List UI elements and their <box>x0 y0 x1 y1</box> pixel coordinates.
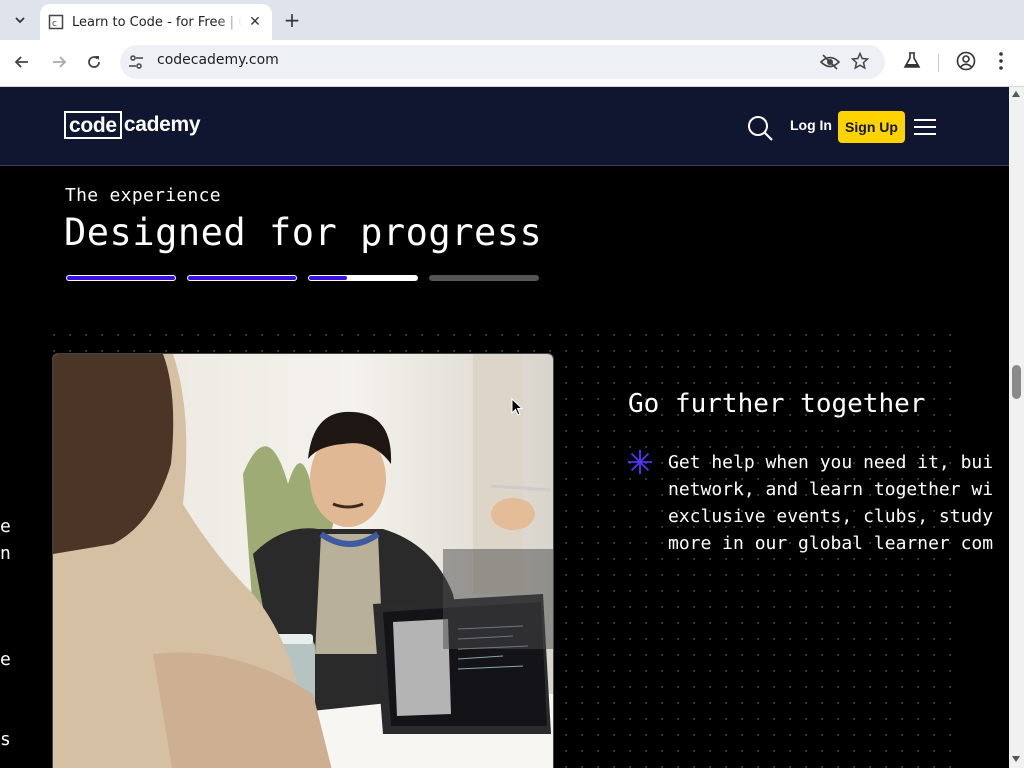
logo-cademy-text: cademy <box>123 113 201 136</box>
left-sliver-text: s <box>0 729 11 750</box>
feature-title: Go further together <box>628 389 926 419</box>
page-viewport: code cademy Log In Sign Up The experienc… <box>0 87 1009 768</box>
tracking-protection-eye-icon[interactable] <box>819 53 841 75</box>
scroll-down-arrow-icon[interactable] <box>1012 756 1020 762</box>
community-photo <box>52 353 554 768</box>
asterisk-icon <box>627 449 653 475</box>
forward-icon[interactable] <box>47 50 71 74</box>
logo-code-box: code <box>64 111 122 139</box>
section-eyebrow: The experience <box>65 185 221 206</box>
new-tab-icon[interactable]: + <box>280 8 304 32</box>
browser-tabstrip: c Learn to Code - for Free | Codecademy … <box>0 0 1024 40</box>
browser-toolbar: codecademy.com <box>0 40 1024 87</box>
site-settings-icon[interactable] <box>128 54 144 70</box>
search-icon[interactable] <box>746 114 774 142</box>
left-sliver-text: n <box>0 543 11 564</box>
login-link[interactable]: Log In <box>790 117 832 133</box>
tab-title: Learn to Code - for Free | Codecademy <box>72 14 242 30</box>
hamburger-menu-icon[interactable] <box>914 118 936 136</box>
mouse-cursor-icon <box>511 397 524 416</box>
scrollbar-thumb[interactable] <box>1012 365 1021 399</box>
progress-step-2[interactable] <box>187 275 297 281</box>
feature-line: Get help when you need it, bui <box>668 452 994 473</box>
feature-line: exclusive events, clubs, study <box>668 506 994 527</box>
tab-close-icon[interactable]: ✕ <box>246 13 264 31</box>
codecademy-logo[interactable]: code cademy <box>64 111 201 139</box>
progress-step-4[interactable] <box>429 275 539 281</box>
feature-description: Get help when you need it, bui network, … <box>668 449 1009 557</box>
feature-line: network, and learn together wi <box>668 479 994 500</box>
address-bar[interactable]: codecademy.com <box>120 45 885 79</box>
left-sliver-text: e <box>0 649 11 670</box>
labs-flask-icon[interactable] <box>903 51 921 73</box>
progress-step-3[interactable] <box>308 275 418 281</box>
bookmark-star-icon[interactable] <box>850 51 870 74</box>
toolbar-divider <box>938 54 939 72</box>
reload-icon[interactable] <box>82 50 106 74</box>
site-header: code cademy Log In Sign Up <box>0 87 1009 166</box>
section-title: Designed for progress <box>64 211 543 254</box>
signup-button[interactable]: Sign Up <box>838 111 905 143</box>
browser-tab-active[interactable]: c Learn to Code - for Free | Codecademy … <box>40 4 272 40</box>
back-icon[interactable] <box>10 50 34 74</box>
scroll-up-arrow-icon[interactable] <box>1012 91 1020 97</box>
url-text: codecademy.com <box>157 52 279 68</box>
progress-step-1[interactable] <box>66 275 176 281</box>
profile-avatar-icon[interactable] <box>956 51 976 75</box>
codecademy-favicon-icon: c <box>48 14 64 30</box>
tab-search-chevron-icon[interactable] <box>8 8 32 32</box>
svg-text:c: c <box>52 19 57 29</box>
feature-line: more in our global learner com <box>668 533 994 554</box>
browser-menu-kebab-icon[interactable] <box>993 51 1009 75</box>
page-scrollbar[interactable] <box>1009 87 1024 768</box>
left-sliver-text: e <box>0 516 11 537</box>
